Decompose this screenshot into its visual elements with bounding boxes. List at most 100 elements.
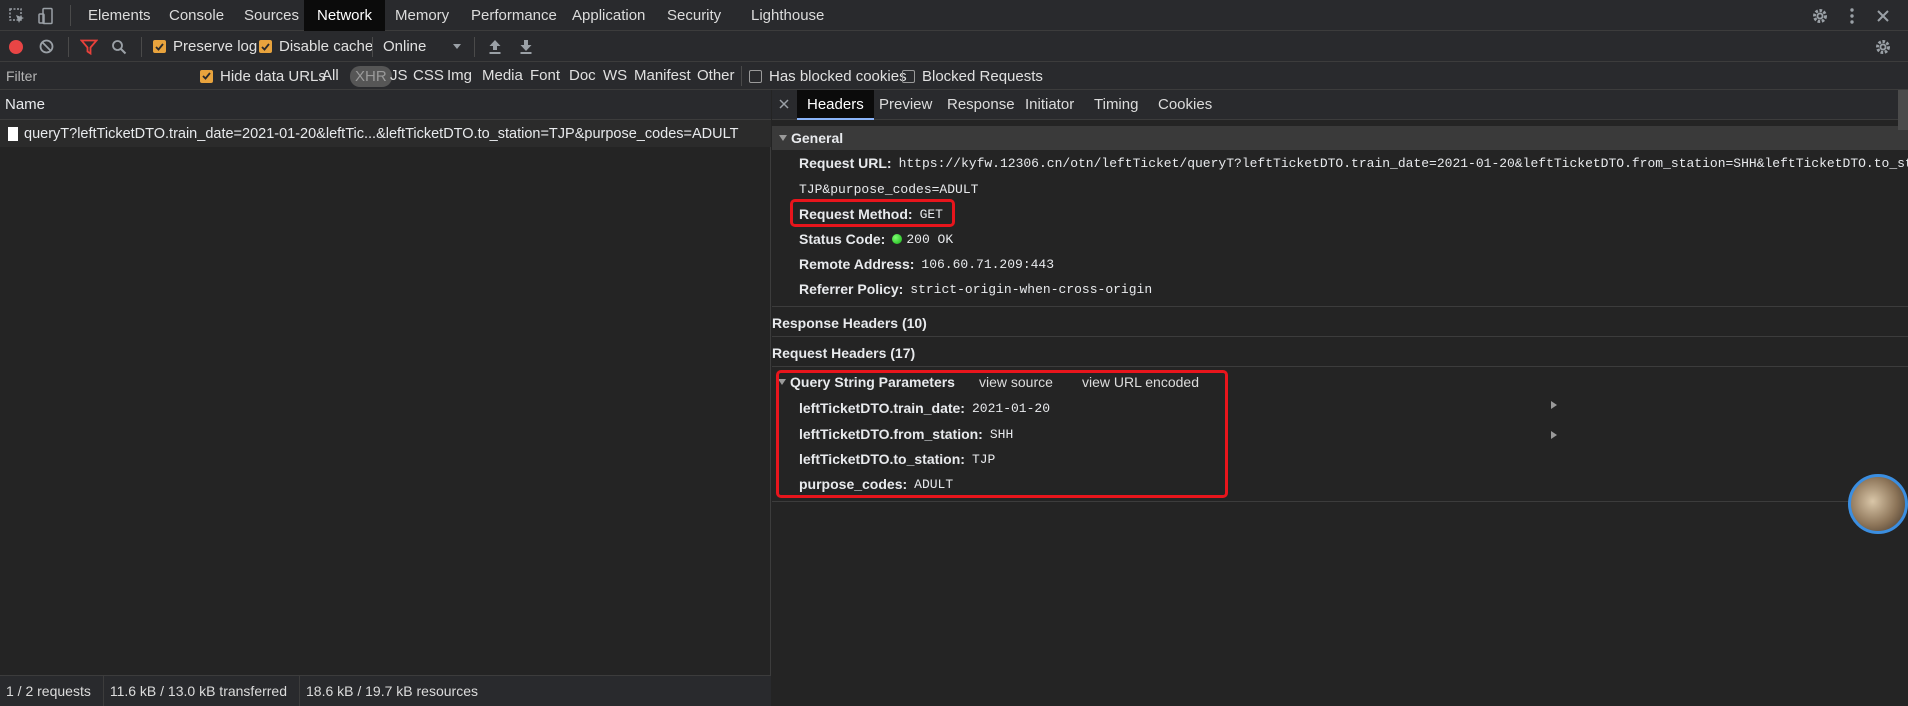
throttling-select[interactable]: Online bbox=[383, 31, 426, 62]
tab-cookies[interactable]: Cookies bbox=[1158, 90, 1212, 120]
toolbar-divider bbox=[68, 37, 69, 57]
checkbox-unchecked[interactable] bbox=[749, 69, 762, 83]
checkbox-checked[interactable] bbox=[259, 40, 272, 53]
type-filter-media[interactable]: Media bbox=[482, 62, 523, 90]
tab-console[interactable]: Console bbox=[169, 0, 224, 31]
tab-security[interactable]: Security bbox=[667, 0, 721, 31]
device-toggle-icon[interactable] bbox=[36, 6, 56, 26]
search-icon[interactable] bbox=[111, 31, 127, 62]
type-filter-js[interactable]: JS bbox=[390, 62, 408, 90]
tab-performance[interactable]: Performance bbox=[471, 0, 557, 31]
request-url-value-cont: TJP&purpose_codes=ADULT bbox=[799, 181, 979, 197]
chevron-down-icon[interactable] bbox=[452, 31, 462, 62]
tab-elements[interactable]: Elements bbox=[88, 0, 151, 31]
tab-timing[interactable]: Timing bbox=[1094, 90, 1138, 120]
remote-address-value: 106.60.71.209:443 bbox=[921, 256, 1055, 272]
status-code-label: Status Code: bbox=[799, 231, 886, 247]
tab-response[interactable]: Response bbox=[947, 90, 1015, 120]
request-count: 1 / 2 requests bbox=[0, 675, 104, 706]
network-status-bar: 1 / 2 requests 11.6 kB / 13.0 kB transfe… bbox=[0, 675, 771, 706]
preserve-log-checkbox[interactable]: Preserve log bbox=[153, 31, 257, 62]
general-title: General bbox=[791, 130, 844, 146]
gear-icon[interactable] bbox=[1810, 6, 1830, 26]
hide-data-urls-label: Hide data URLs bbox=[220, 67, 326, 85]
type-filter-xhr[interactable]: XHR bbox=[350, 66, 392, 87]
remote-address-row: Remote Address: 106.60.71.209:443 bbox=[799, 253, 1054, 275]
type-filter-img[interactable]: Img bbox=[447, 62, 472, 90]
disable-cache-label: Disable cache bbox=[279, 38, 374, 55]
transferred-size: 11.6 kB / 13.0 kB transferred bbox=[104, 675, 300, 706]
upload-icon[interactable] bbox=[488, 31, 502, 62]
request-url-value: https://kyfw.12306.cn/otn/leftTicket/que… bbox=[898, 155, 1908, 171]
section-divider bbox=[772, 336, 1908, 337]
checkbox-unchecked[interactable] bbox=[902, 69, 915, 83]
expand-arrow-icon bbox=[779, 135, 787, 141]
highlight-box-query-params bbox=[776, 370, 1228, 498]
section-divider bbox=[772, 306, 1908, 307]
tab-headers[interactable]: Headers bbox=[797, 90, 874, 120]
request-headers-title: Request Headers (17) bbox=[772, 345, 916, 361]
blocked-requests-checkbox[interactable]: Blocked Requests bbox=[902, 62, 1043, 90]
checkbox-checked[interactable] bbox=[153, 40, 166, 53]
close-icon[interactable] bbox=[779, 90, 789, 120]
request-row[interactable]: queryT?leftTicketDTO.train_date=2021-01-… bbox=[0, 120, 771, 147]
filter-input[interactable] bbox=[0, 64, 190, 88]
resources-size: 18.6 kB / 19.7 kB resources bbox=[306, 682, 478, 699]
tab-network[interactable]: Network bbox=[304, 0, 386, 31]
disable-cache-checkbox[interactable]: Disable cache bbox=[259, 31, 373, 62]
collapse-arrow-icon bbox=[1551, 401, 1557, 409]
filter-icon[interactable] bbox=[80, 31, 98, 62]
type-filter-manifest[interactable]: Manifest bbox=[634, 62, 691, 90]
toolbar-divider bbox=[741, 66, 742, 86]
has-blocked-cookies-checkbox[interactable]: Has blocked cookies bbox=[749, 62, 907, 90]
throttling-value: Online bbox=[383, 38, 427, 55]
close-icon[interactable] bbox=[1873, 6, 1893, 26]
tab-preview[interactable]: Preview bbox=[879, 90, 932, 120]
vertical-scrollbar[interactable] bbox=[1898, 90, 1908, 130]
tab-lighthouse[interactable]: Lighthouse bbox=[751, 0, 824, 31]
checkbox-checked[interactable] bbox=[200, 69, 213, 83]
referrer-policy-label: Referrer Policy: bbox=[799, 281, 904, 297]
network-toolbar: Preserve log Disable cache Online bbox=[0, 31, 1908, 62]
status-code-value: 200 OK bbox=[906, 231, 954, 247]
filter-bar: Hide data URLs All XHR JS CSS Img Media … bbox=[0, 62, 1908, 90]
type-filter-doc[interactable]: Doc bbox=[569, 62, 596, 90]
name-column-header[interactable]: Name bbox=[0, 90, 771, 120]
toolbar-divider bbox=[372, 37, 373, 57]
highlight-box-request-method bbox=[790, 199, 955, 227]
general-section-header[interactable]: General bbox=[772, 126, 1908, 150]
kebab-menu-icon[interactable] bbox=[1842, 6, 1862, 26]
type-filter-other[interactable]: Other bbox=[697, 62, 735, 90]
clear-icon[interactable] bbox=[39, 31, 54, 62]
hide-data-urls-checkbox[interactable]: Hide data URLs bbox=[200, 62, 326, 90]
response-headers-title: Response Headers (10) bbox=[772, 315, 927, 331]
referrer-policy-row: Referrer Policy: strict-origin-when-cros… bbox=[799, 278, 1152, 300]
gear-icon[interactable] bbox=[1874, 31, 1892, 62]
section-divider bbox=[772, 366, 1908, 367]
collapse-arrow-icon bbox=[1551, 431, 1557, 439]
tab-sources[interactable]: Sources bbox=[244, 0, 299, 31]
request-details-panel: Headers Preview Response Initiator Timin… bbox=[772, 90, 1908, 706]
avatar[interactable] bbox=[1848, 474, 1908, 534]
preserve-log-label: Preserve log bbox=[173, 38, 258, 55]
tab-application[interactable]: Application bbox=[572, 0, 645, 31]
details-tab-bar: Headers Preview Response Initiator Timin… bbox=[772, 90, 1908, 120]
request-headers-section-header[interactable]: Request Headers (17) bbox=[772, 341, 1557, 439]
type-filter-font[interactable]: Font bbox=[530, 62, 560, 90]
toolbar-divider bbox=[141, 37, 142, 57]
type-filter-css[interactable]: CSS bbox=[413, 62, 444, 90]
record-icon[interactable] bbox=[8, 31, 24, 62]
tab-memory[interactable]: Memory bbox=[395, 0, 449, 31]
toolbar-divider bbox=[70, 5, 71, 26]
inspect-icon[interactable] bbox=[7, 6, 27, 26]
tab-initiator[interactable]: Initiator bbox=[1025, 90, 1074, 120]
response-headers-section-header[interactable]: Response Headers (10) bbox=[772, 311, 1557, 409]
document-icon bbox=[8, 126, 18, 141]
download-icon[interactable] bbox=[519, 31, 533, 62]
type-filter-all[interactable]: All bbox=[322, 62, 339, 90]
devtools-tab-bar: Elements Console Sources Network Memory … bbox=[0, 0, 1908, 31]
request-url-label: Request URL: bbox=[799, 155, 892, 171]
type-filter-ws[interactable]: WS bbox=[603, 62, 627, 90]
blocked-requests-label: Blocked Requests bbox=[922, 67, 1043, 85]
section-divider bbox=[772, 501, 1908, 502]
